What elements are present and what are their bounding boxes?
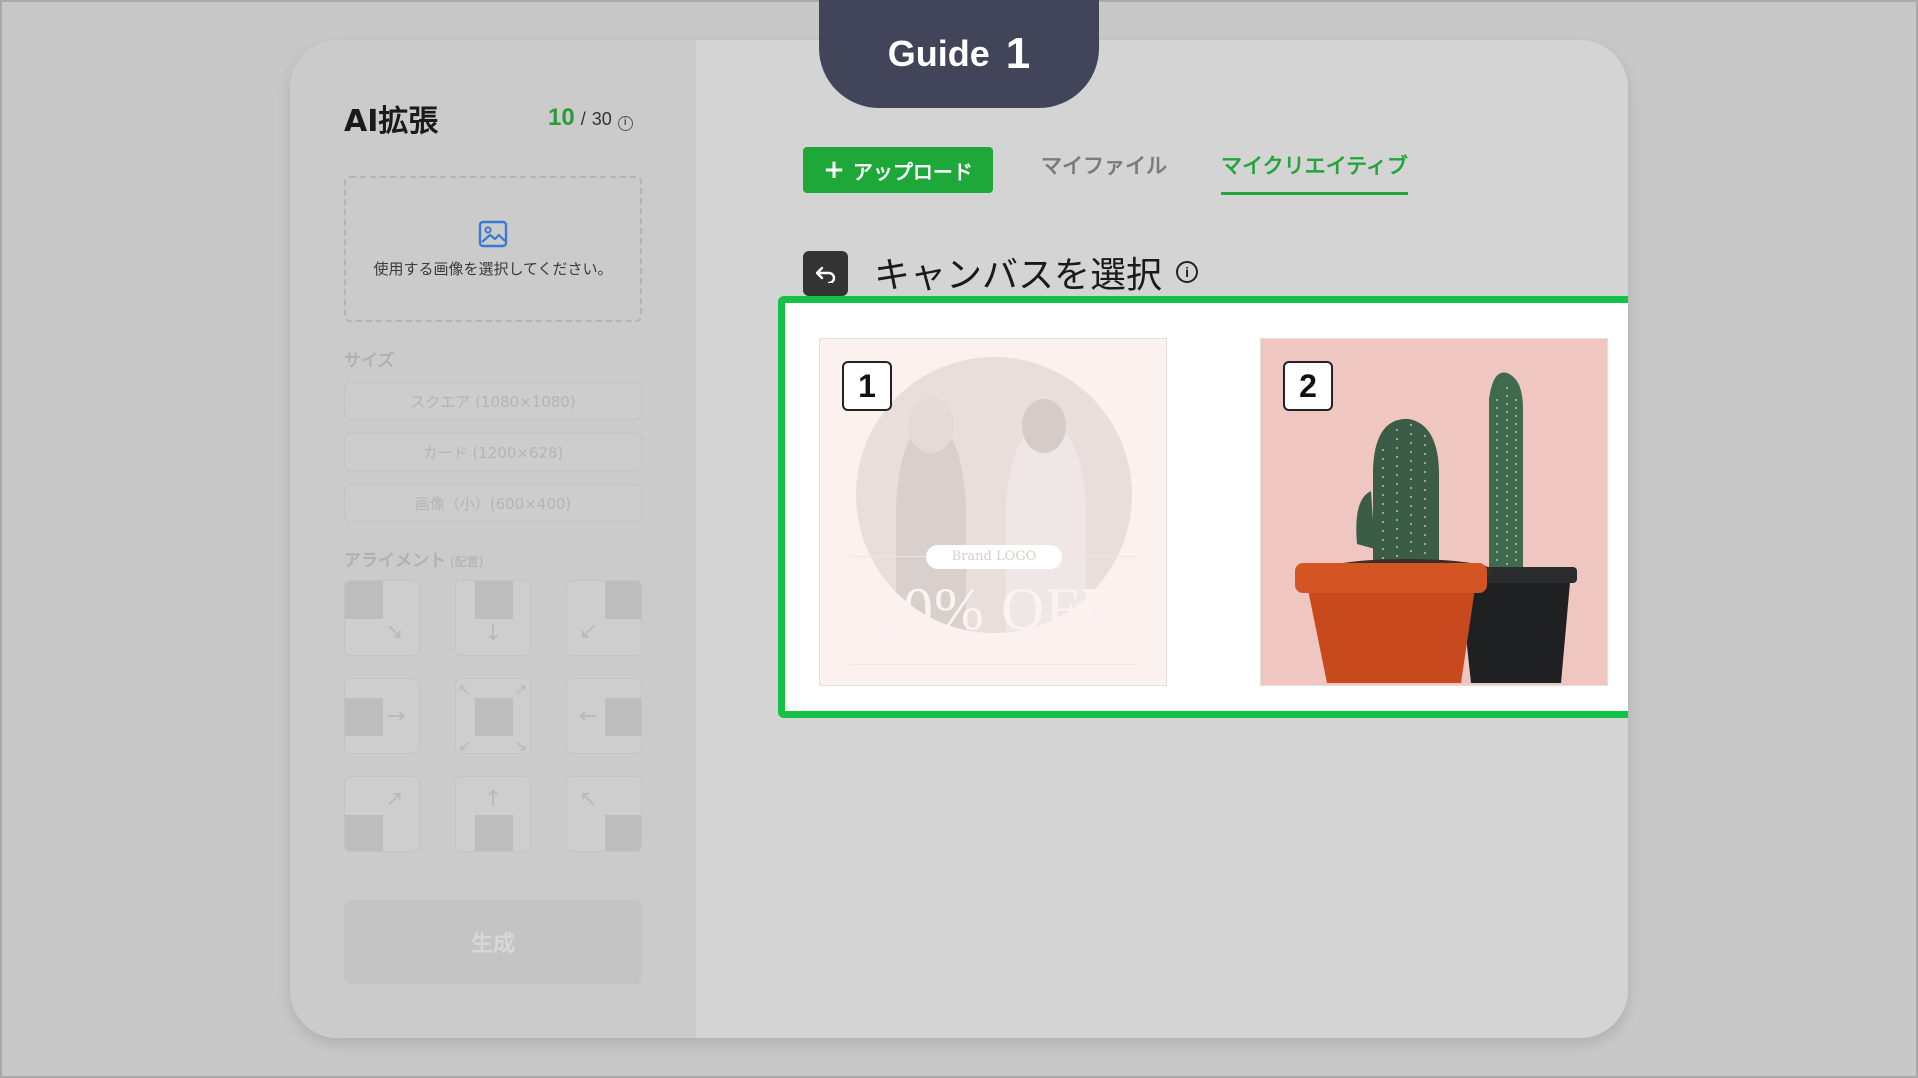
canvas-thumbnail-2[interactable]: 2 <box>1260 338 1608 686</box>
tab-my-files[interactable]: マイファイル <box>1041 150 1167 180</box>
generate-button[interactable]: 生成 <box>344 900 642 984</box>
credits-used: 10 <box>548 104 575 131</box>
undo-icon <box>815 266 835 283</box>
credits-separator: / <box>580 109 586 129</box>
credits-total: 30 <box>591 109 612 129</box>
head-left <box>908 397 954 453</box>
align-bottom-center-icon[interactable]: ↑ <box>455 776 531 852</box>
canvas-selection-highlight: 1 Brand LOGO 20% OFF 2 <box>778 296 1628 718</box>
sidebar-title: AI拡張 <box>344 104 439 139</box>
size-option-square[interactable]: スクエア (1080×1080) <box>344 382 642 420</box>
guide-label: Guide <box>887 33 990 74</box>
guide-step-tab: Guide 1 <box>819 0 1099 108</box>
dropzone-text: 使用する画像を選択してください。 <box>373 259 613 278</box>
divider-line <box>850 664 1138 665</box>
image-dropzone[interactable]: 使用する画像を選択してください。 <box>344 176 642 322</box>
canvas-title-text: キャンバスを選択 <box>874 255 1163 296</box>
guide-step-number: 1 <box>1005 29 1031 78</box>
align-top-right-icon[interactable]: ↙ <box>566 580 642 656</box>
align-top-center-icon[interactable]: ↓ <box>455 580 531 656</box>
alignment-section-label: アライメント (配置) <box>344 546 483 571</box>
back-button[interactable] <box>803 251 848 296</box>
canvas-select-title: キャンバスを選択 i <box>874 246 1199 298</box>
canvas-number-badge: 1 <box>842 361 892 411</box>
alignment-label: アライメント <box>344 551 446 571</box>
info-circle-icon[interactable]: i <box>1176 261 1199 283</box>
credits-counter: 10 / 30 i <box>548 104 633 132</box>
size-option-small-image[interactable]: 画像（小）(600×400) <box>344 484 642 522</box>
align-middle-right-icon[interactable]: ← <box>566 678 642 754</box>
upload-label: アップロード <box>852 159 973 184</box>
canvas-thumbnail-1[interactable]: 1 Brand LOGO 20% OFF <box>819 338 1167 686</box>
sidebar: AI拡張 10 / 30 i 使用する画像を選択してください。 サイズ スクエア… <box>290 40 696 1038</box>
info-circle-icon[interactable]: i <box>617 116 633 131</box>
alignment-sub-label: (配置) <box>450 555 484 569</box>
size-option-card[interactable]: カード (1200×628) <box>344 433 642 471</box>
align-middle-left-icon[interactable]: → <box>344 678 420 754</box>
head-right <box>1022 399 1066 453</box>
canvas-number-badge: 2 <box>1283 361 1333 411</box>
align-top-left-icon[interactable]: ↘ <box>344 580 420 656</box>
align-bottom-left-icon[interactable]: ↗ <box>344 776 420 852</box>
promo-text: 20% OFF <box>871 576 1115 642</box>
image-icon <box>478 220 508 247</box>
brand-logo-text: Brand LOGO <box>926 545 1062 569</box>
tab-my-creatives[interactable]: マイクリエイティブ <box>1221 150 1408 195</box>
align-bottom-right-icon[interactable]: ↖ <box>566 776 642 852</box>
upload-button[interactable]: + アップロード <box>803 147 993 193</box>
plus-icon: + <box>823 155 845 185</box>
size-section-label: サイズ <box>344 351 395 371</box>
app-window: AI拡張 10 / 30 i 使用する画像を選択してください。 サイズ スクエア… <box>290 40 1628 1038</box>
align-center-icon[interactable]: ↖ ↗ ↙ ↘ <box>455 678 531 754</box>
alignment-grid: ↘ ↓ ↙ → ↖ ↗ ↙ ↘ ← ↗ ↑ ↖ <box>344 580 642 854</box>
